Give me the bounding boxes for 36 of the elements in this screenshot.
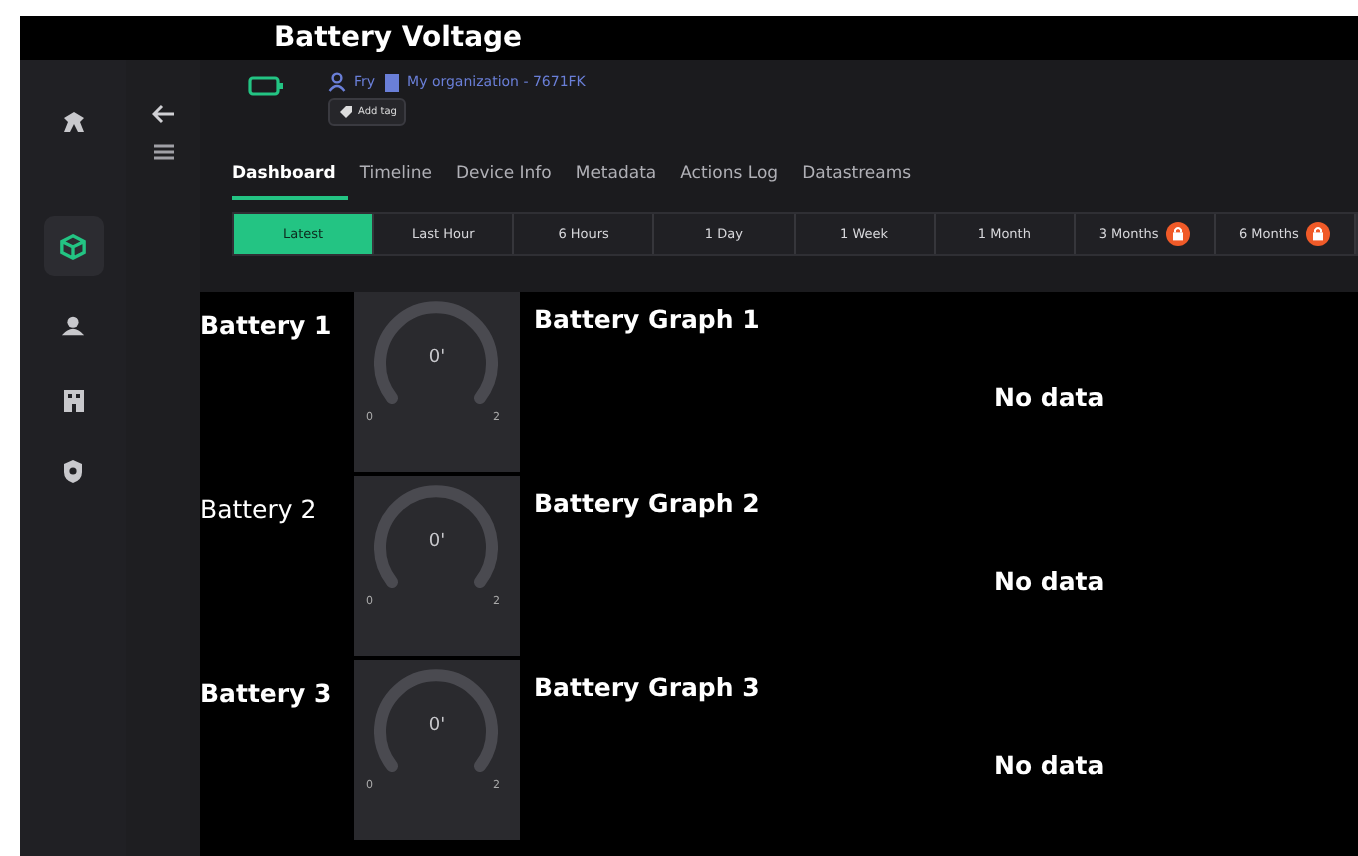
sidebar-item[interactable] bbox=[43, 216, 103, 276]
gauge-value: 0' bbox=[426, 716, 448, 736]
tab[interactable]: Timeline bbox=[347, 164, 444, 200]
lock-icon bbox=[1166, 222, 1191, 246]
menu-icon[interactable] bbox=[153, 144, 173, 160]
no-data-message: No data bbox=[994, 750, 1107, 780]
tag-icon bbox=[338, 104, 354, 120]
tab[interactable]: Device Info bbox=[444, 164, 564, 200]
cube-icon bbox=[60, 233, 86, 259]
battery-icon bbox=[248, 76, 284, 96]
shield-icon bbox=[62, 457, 84, 483]
page-title: Battery Voltage bbox=[274, 22, 523, 54]
battery-label: Battery 1 bbox=[200, 310, 332, 340]
gauge-arc bbox=[374, 300, 498, 404]
robot-icon bbox=[59, 110, 87, 134]
graph-title: Battery Graph 2 bbox=[534, 488, 762, 518]
battery-label: Battery 3 bbox=[200, 678, 332, 708]
graph-title: Battery Graph 3 bbox=[534, 672, 762, 702]
battery-label: Battery 2 bbox=[200, 494, 317, 524]
graph-title: Battery Graph 1 bbox=[534, 304, 762, 334]
user-icon bbox=[328, 72, 346, 92]
gauge-arc bbox=[374, 668, 498, 772]
lock-icon bbox=[1306, 222, 1331, 246]
tab[interactable]: Datastreams bbox=[790, 164, 924, 200]
no-data-message: No data bbox=[994, 382, 1107, 412]
users-icon bbox=[60, 314, 86, 338]
tab[interactable]: Metadata bbox=[563, 164, 669, 200]
back-arrow-icon[interactable] bbox=[151, 104, 175, 124]
gauge-value: 0' bbox=[426, 348, 448, 368]
tab[interactable]: Dashboard bbox=[232, 164, 348, 200]
building-icon bbox=[383, 72, 400, 92]
gauge-arc bbox=[374, 484, 498, 588]
tab[interactable]: Actions Log bbox=[668, 164, 791, 200]
no-data-message: No data bbox=[994, 566, 1107, 596]
gauge-value: 0' bbox=[426, 532, 448, 552]
building-icon bbox=[61, 385, 85, 411]
